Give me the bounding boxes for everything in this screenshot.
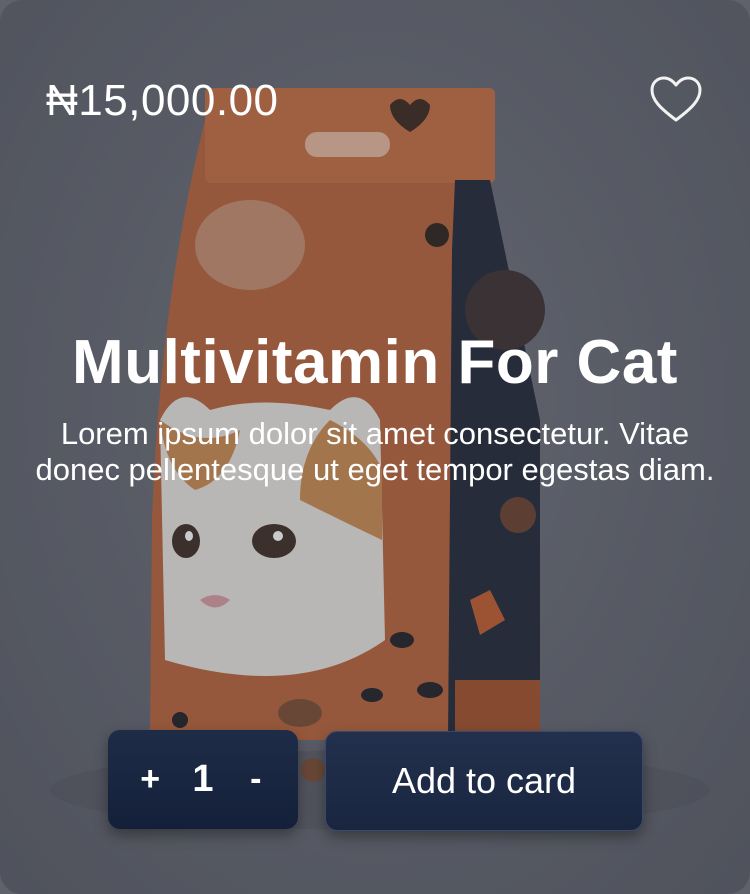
- product-card: ₦15,000.00 Multivitamin For Cat Lorem ip…: [0, 0, 750, 894]
- increment-button[interactable]: +: [130, 760, 170, 799]
- product-title: Multivitamin For Cat: [72, 328, 678, 397]
- price-label: ₦15,000.00: [46, 76, 279, 125]
- heart-outline-icon[interactable]: [648, 74, 704, 126]
- product-description: Lorem ipsum dolor sit amet consectetur. …: [35, 416, 715, 487]
- quantity-stepper: + 1 -: [108, 730, 298, 829]
- add-to-cart-button[interactable]: Add to card: [325, 731, 643, 831]
- quantity-value: 1: [192, 758, 214, 800]
- decrement-button[interactable]: -: [236, 760, 276, 799]
